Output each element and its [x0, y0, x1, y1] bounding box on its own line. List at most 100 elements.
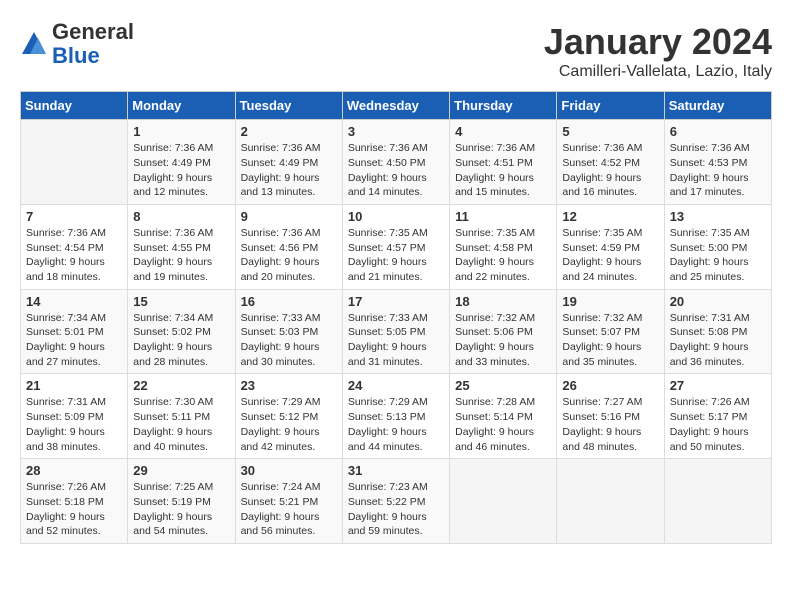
- calendar-cell: 30 Sunrise: 7:24 AM Sunset: 5:21 PM Dayli…: [235, 459, 342, 544]
- day-header-monday: Monday: [128, 92, 235, 120]
- day-number: 30: [241, 463, 337, 478]
- day-info: Sunrise: 7:33 AM Sunset: 5:03 PM Dayligh…: [241, 311, 337, 370]
- calendar-cell: 24Sunrise: 7:29 AM Sunset: 5:13 PM Dayli…: [342, 374, 449, 459]
- week-row-2: 7Sunrise: 7:36 AM Sunset: 4:54 PM Daylig…: [21, 204, 772, 289]
- calendar-cell: 26Sunrise: 7:27 AM Sunset: 5:16 PM Dayli…: [557, 374, 664, 459]
- day-number: 19: [562, 294, 658, 309]
- day-number: 15: [133, 294, 229, 309]
- day-number: 3: [348, 124, 444, 139]
- day-number: 20: [670, 294, 766, 309]
- subtitle: Camilleri-Vallelata, Lazio, Italy: [544, 63, 772, 81]
- week-row-3: 14 Sunrise: 7:34 AM Sunset: 5:01 PM Dayli…: [21, 289, 772, 374]
- day-number: 14: [26, 294, 122, 309]
- day-number: 12: [562, 209, 658, 224]
- calendar-cell: 7Sunrise: 7:36 AM Sunset: 4:54 PM Daylig…: [21, 204, 128, 289]
- day-info: Sunrise: 7:36 AM Sunset: 4:49 PM Dayligh…: [241, 141, 337, 200]
- day-header-friday: Friday: [557, 92, 664, 120]
- day-number: 31: [348, 463, 444, 478]
- calendar-cell: [557, 459, 664, 544]
- day-info: Sunrise: 7:36 AM Sunset: 4:50 PM Dayligh…: [348, 141, 444, 200]
- calendar-cell: 19 Sunrise: 7:32 AM Sunset: 5:07 PM Dayli…: [557, 289, 664, 374]
- day-number: 5: [562, 124, 658, 139]
- calendar-cell: 9Sunrise: 7:36 AM Sunset: 4:56 PM Daylig…: [235, 204, 342, 289]
- day-info: Sunrise: 7:35 AM Sunset: 4:58 PM Dayligh…: [455, 226, 551, 285]
- day-number: 24: [348, 378, 444, 393]
- day-number: 18: [455, 294, 551, 309]
- day-info: Sunrise: 7:35 AM Sunset: 5:00 PM Dayligh…: [670, 226, 766, 285]
- calendar-cell: 11 Sunrise: 7:35 AM Sunset: 4:58 PM Dayli…: [450, 204, 557, 289]
- calendar-cell: 29 Sunrise: 7:25 AM Sunset: 5:19 PM Dayli…: [128, 459, 235, 544]
- day-header-tuesday: Tuesday: [235, 92, 342, 120]
- week-row-1: 1 Sunrise: 7:36 AM Sunset: 4:49 PM Daylig…: [21, 120, 772, 205]
- main-title: January 2024: [544, 20, 772, 63]
- calendar-cell: 12 Sunrise: 7:35 AM Sunset: 4:59 PM Dayli…: [557, 204, 664, 289]
- day-info: Sunrise: 7:31 AM Sunset: 5:08 PM Dayligh…: [670, 311, 766, 370]
- calendar-table: SundayMondayTuesdayWednesdayThursdayFrid…: [20, 91, 772, 544]
- week-row-5: 28Sunrise: 7:26 AM Sunset: 5:18 PM Dayli…: [21, 459, 772, 544]
- day-number: 8: [133, 209, 229, 224]
- day-number: 16: [241, 294, 337, 309]
- calendar-cell: 3 Sunrise: 7:36 AM Sunset: 4:50 PM Daylig…: [342, 120, 449, 205]
- day-info: Sunrise: 7:35 AM Sunset: 4:57 PM Dayligh…: [348, 226, 444, 285]
- day-info: Sunrise: 7:26 AM Sunset: 5:17 PM Dayligh…: [670, 395, 766, 454]
- day-number: 7: [26, 209, 122, 224]
- calendar-cell: 1 Sunrise: 7:36 AM Sunset: 4:49 PM Daylig…: [128, 120, 235, 205]
- day-number: 27: [670, 378, 766, 393]
- day-info: Sunrise: 7:34 AM Sunset: 5:01 PM Dayligh…: [26, 311, 122, 370]
- day-info: Sunrise: 7:32 AM Sunset: 5:07 PM Dayligh…: [562, 311, 658, 370]
- calendar-cell: 13 Sunrise: 7:35 AM Sunset: 5:00 PM Dayli…: [664, 204, 771, 289]
- calendar-cell: 16 Sunrise: 7:33 AM Sunset: 5:03 PM Dayli…: [235, 289, 342, 374]
- day-number: 25: [455, 378, 551, 393]
- calendar-cell: 6 Sunrise: 7:36 AM Sunset: 4:53 PM Daylig…: [664, 120, 771, 205]
- day-info: Sunrise: 7:36 AM Sunset: 4:51 PM Dayligh…: [455, 141, 551, 200]
- day-info: Sunrise: 7:36 AM Sunset: 4:55 PM Dayligh…: [133, 226, 229, 285]
- day-info: Sunrise: 7:35 AM Sunset: 4:59 PM Dayligh…: [562, 226, 658, 285]
- day-number: 6: [670, 124, 766, 139]
- calendar-cell: 5Sunrise: 7:36 AM Sunset: 4:52 PM Daylig…: [557, 120, 664, 205]
- logo: General Blue: [20, 20, 134, 68]
- calendar-cell: 10 Sunrise: 7:35 AM Sunset: 4:57 PM Dayli…: [342, 204, 449, 289]
- day-info: Sunrise: 7:36 AM Sunset: 4:56 PM Dayligh…: [241, 226, 337, 285]
- day-info: Sunrise: 7:27 AM Sunset: 5:16 PM Dayligh…: [562, 395, 658, 454]
- day-info: Sunrise: 7:30 AM Sunset: 5:11 PM Dayligh…: [133, 395, 229, 454]
- calendar-cell: 28Sunrise: 7:26 AM Sunset: 5:18 PM Dayli…: [21, 459, 128, 544]
- calendar-cell: 17 Sunrise: 7:33 AM Sunset: 5:05 PM Dayli…: [342, 289, 449, 374]
- day-header-thursday: Thursday: [450, 92, 557, 120]
- day-number: 23: [241, 378, 337, 393]
- day-info: Sunrise: 7:25 AM Sunset: 5:19 PM Dayligh…: [133, 480, 229, 539]
- day-info: Sunrise: 7:32 AM Sunset: 5:06 PM Dayligh…: [455, 311, 551, 370]
- calendar-cell: 15 Sunrise: 7:34 AM Sunset: 5:02 PM Dayli…: [128, 289, 235, 374]
- calendar-cell: [450, 459, 557, 544]
- day-info: Sunrise: 7:34 AM Sunset: 5:02 PM Dayligh…: [133, 311, 229, 370]
- calendar-cell: 27 Sunrise: 7:26 AM Sunset: 5:17 PM Dayli…: [664, 374, 771, 459]
- day-info: Sunrise: 7:33 AM Sunset: 5:05 PM Dayligh…: [348, 311, 444, 370]
- day-number: 10: [348, 209, 444, 224]
- calendar-cell: 21Sunrise: 7:31 AM Sunset: 5:09 PM Dayli…: [21, 374, 128, 459]
- title-area: January 2024 Camilleri-Vallelata, Lazio,…: [544, 20, 772, 81]
- day-number: 28: [26, 463, 122, 478]
- logo-text: General Blue: [52, 20, 134, 68]
- day-number: 1: [133, 124, 229, 139]
- calendar-cell: 22 Sunrise: 7:30 AM Sunset: 5:11 PM Dayli…: [128, 374, 235, 459]
- calendar-cell: 14 Sunrise: 7:34 AM Sunset: 5:01 PM Dayli…: [21, 289, 128, 374]
- day-number: 13: [670, 209, 766, 224]
- day-header-saturday: Saturday: [664, 92, 771, 120]
- day-number: 29: [133, 463, 229, 478]
- calendar-cell: 18 Sunrise: 7:32 AM Sunset: 5:06 PM Dayli…: [450, 289, 557, 374]
- day-info: Sunrise: 7:36 AM Sunset: 4:53 PM Dayligh…: [670, 141, 766, 200]
- day-info: Sunrise: 7:36 AM Sunset: 4:49 PM Dayligh…: [133, 141, 229, 200]
- week-row-4: 21Sunrise: 7:31 AM Sunset: 5:09 PM Dayli…: [21, 374, 772, 459]
- day-info: Sunrise: 7:28 AM Sunset: 5:14 PM Dayligh…: [455, 395, 551, 454]
- day-info: Sunrise: 7:24 AM Sunset: 5:21 PM Dayligh…: [241, 480, 337, 539]
- calendar-cell: 23Sunrise: 7:29 AM Sunset: 5:12 PM Dayli…: [235, 374, 342, 459]
- day-header-wednesday: Wednesday: [342, 92, 449, 120]
- day-number: 17: [348, 294, 444, 309]
- calendar-cell: 31Sunrise: 7:23 AM Sunset: 5:22 PM Dayli…: [342, 459, 449, 544]
- page-header: General Blue January 2024 Camilleri-Vall…: [20, 20, 772, 81]
- calendar-cell: [664, 459, 771, 544]
- calendar-cell: [21, 120, 128, 205]
- day-number: 11: [455, 209, 551, 224]
- day-header-sunday: Sunday: [21, 92, 128, 120]
- day-info: Sunrise: 7:31 AM Sunset: 5:09 PM Dayligh…: [26, 395, 122, 454]
- day-number: 22: [133, 378, 229, 393]
